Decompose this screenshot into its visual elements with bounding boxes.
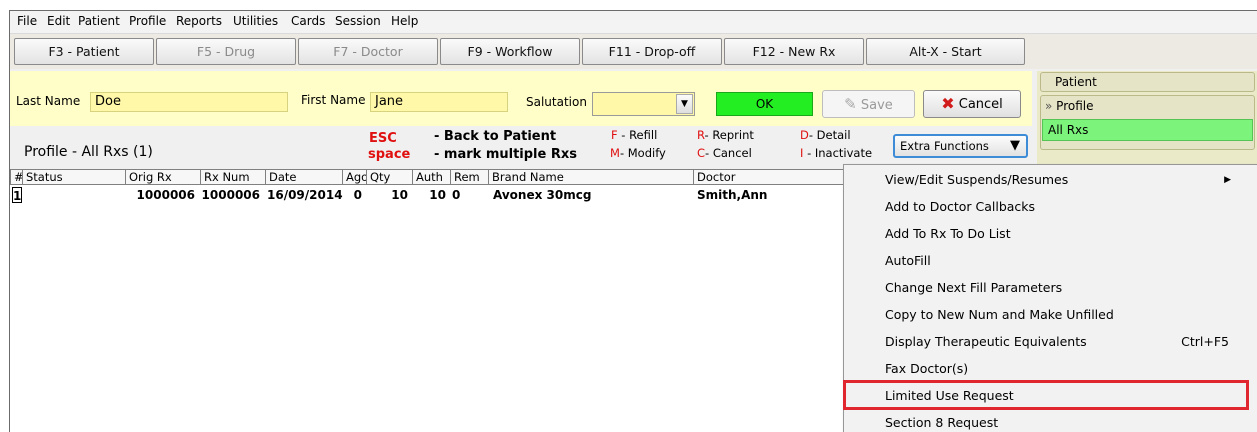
- f12-new-rx-button[interactable]: F12 - New Rx: [724, 38, 864, 65]
- salutation-label: Salutation: [526, 95, 587, 109]
- chevron-down-icon[interactable]: ▼: [676, 94, 693, 114]
- double-chevron-icon: »: [1045, 99, 1053, 113]
- cell-ago: 0: [353, 188, 362, 202]
- col-header-date[interactable]: Date: [265, 170, 342, 185]
- extra-functions-label: Extra Functions: [900, 139, 989, 153]
- profile-header: Profile - All Rxs (1) ESC - Back to Pati…: [10, 126, 1032, 169]
- first-name-field[interactable]: Jane: [370, 92, 508, 112]
- cell-rx-num: 1000006: [201, 188, 260, 202]
- nav-patient[interactable]: Patient: [1040, 72, 1255, 92]
- modify-hotkey: M- Modify: [610, 146, 666, 160]
- triangle-down-icon: ▼: [1010, 138, 1020, 153]
- last-name-field[interactable]: Doe: [90, 92, 288, 112]
- nav-profile-section[interactable]: » Profile All Rxs: [1040, 95, 1255, 150]
- pharmacy-app-window: File Edit Patient Profile Reports Utilit…: [9, 10, 1257, 432]
- detail-hotkey: D- Detail: [800, 128, 851, 142]
- limited-use-highlight-box: [843, 380, 1249, 410]
- shortcut-ctrl-f5: Ctrl+F5: [1181, 334, 1229, 349]
- menu-reports[interactable]: Reports: [176, 14, 222, 28]
- space-key-label: space: [368, 147, 411, 162]
- close-icon: ✖: [941, 94, 955, 113]
- col-header-rem[interactable]: Rem: [450, 170, 488, 185]
- profile-title: Profile - All Rxs (1): [24, 144, 153, 160]
- cell-doctor: Smith,Ann: [697, 188, 768, 202]
- menu-utilities[interactable]: Utilities: [233, 14, 278, 28]
- cancel-label: Cancel: [958, 97, 1003, 112]
- nav-profile[interactable]: » Profile: [1045, 99, 1254, 113]
- menu-patient[interactable]: Patient: [78, 14, 120, 28]
- f11-drop-off-button[interactable]: F11 - Drop-off: [582, 38, 722, 65]
- menu-profile[interactable]: Profile: [129, 14, 166, 28]
- refill-hotkey: F - Refill: [611, 128, 658, 142]
- cell-rem: 0: [452, 188, 461, 202]
- menu-item-add-rx-to-do[interactable]: Add To Rx To Do List: [844, 221, 1257, 247]
- menu-item-view-edit-suspends[interactable]: View/Edit Suspends/Resumes ▶: [844, 167, 1257, 193]
- nav-all-rxs[interactable]: All Rxs: [1042, 119, 1253, 141]
- function-key-toolbar: F3 - Patient F5 - Drug F7 - Doctor F9 - …: [10, 34, 1257, 69]
- esc-hint: - Back to Patient: [434, 129, 557, 144]
- submenu-arrow-icon: ▶: [1224, 175, 1231, 185]
- menu-item-change-next-fill[interactable]: Change Next Fill Parameters: [844, 275, 1257, 301]
- col-header-status[interactable]: Status: [22, 170, 125, 185]
- inactivate-hotkey: I - Inactivate: [800, 146, 873, 160]
- f5-drug-button[interactable]: F5 - Drug: [156, 38, 296, 65]
- cell-brand-name: Avonex 30mcg: [493, 188, 592, 202]
- pencil-icon: ✎: [844, 95, 857, 113]
- col-header-auth[interactable]: Auth: [412, 170, 450, 185]
- menu-item-copy-to-new-num[interactable]: Copy to New Num and Make Unfilled: [844, 302, 1257, 328]
- col-header-orig-rx[interactable]: Orig Rx: [125, 170, 200, 185]
- menu-bar: File Edit Patient Profile Reports Utilit…: [10, 11, 1257, 34]
- col-header-number[interactable]: #: [10, 170, 24, 185]
- salutation-select[interactable]: ▼: [592, 92, 695, 116]
- f3-patient-button[interactable]: F3 - Patient: [14, 38, 154, 65]
- menu-cards[interactable]: Cards: [291, 14, 325, 28]
- menu-item-autofill[interactable]: AutoFill: [844, 248, 1257, 274]
- extra-functions-button[interactable]: Extra Functions ▼: [893, 134, 1028, 158]
- alt-x-start-button[interactable]: Alt-X - Start: [866, 38, 1025, 65]
- menu-item-add-doctor-callbacks[interactable]: Add to Doctor Callbacks: [844, 194, 1257, 220]
- save-label: Save: [860, 98, 893, 113]
- cell-qty: 10: [391, 188, 408, 202]
- cell-number: 1: [12, 187, 22, 203]
- cell-orig-rx: 1000006: [136, 188, 195, 202]
- menu-item-section-8-request[interactable]: Section 8 Request: [844, 410, 1257, 432]
- cell-auth: 10: [429, 188, 446, 202]
- ok-button[interactable]: OK: [716, 92, 813, 116]
- cell-status: [25, 187, 123, 203]
- esc-key-label: ESC: [369, 131, 397, 146]
- f9-workflow-button[interactable]: F9 - Workflow: [440, 38, 580, 65]
- cancel-hotkey: C- Cancel: [697, 146, 752, 160]
- cancel-button[interactable]: ✖ Cancel: [923, 90, 1021, 118]
- menu-item-fax-doctors[interactable]: Fax Doctor(s): [844, 356, 1257, 382]
- last-name-label: Last Name: [16, 94, 81, 108]
- col-header-qty[interactable]: Qty: [366, 170, 412, 185]
- space-hint: - mark multiple Rxs: [434, 147, 577, 162]
- menu-file[interactable]: File: [17, 14, 37, 28]
- col-header-rx-num[interactable]: Rx Num: [200, 170, 265, 185]
- reprint-hotkey: R- Reprint: [697, 128, 754, 142]
- col-header-brand-name[interactable]: Brand Name: [488, 170, 693, 185]
- menu-session[interactable]: Session: [335, 14, 381, 28]
- f7-doctor-button[interactable]: F7 - Doctor: [298, 38, 438, 65]
- first-name-label: First Name: [301, 93, 366, 107]
- menu-edit[interactable]: Edit: [47, 14, 70, 28]
- menu-item-display-therapeutic-equivalents[interactable]: Display Therapeutic Equivalents Ctrl+F5: [844, 329, 1257, 355]
- save-button[interactable]: ✎ Save: [822, 90, 915, 118]
- col-header-ago[interactable]: Ago: [342, 170, 368, 185]
- menu-help[interactable]: Help: [391, 14, 418, 28]
- cell-date: 16/09/2014: [267, 188, 343, 202]
